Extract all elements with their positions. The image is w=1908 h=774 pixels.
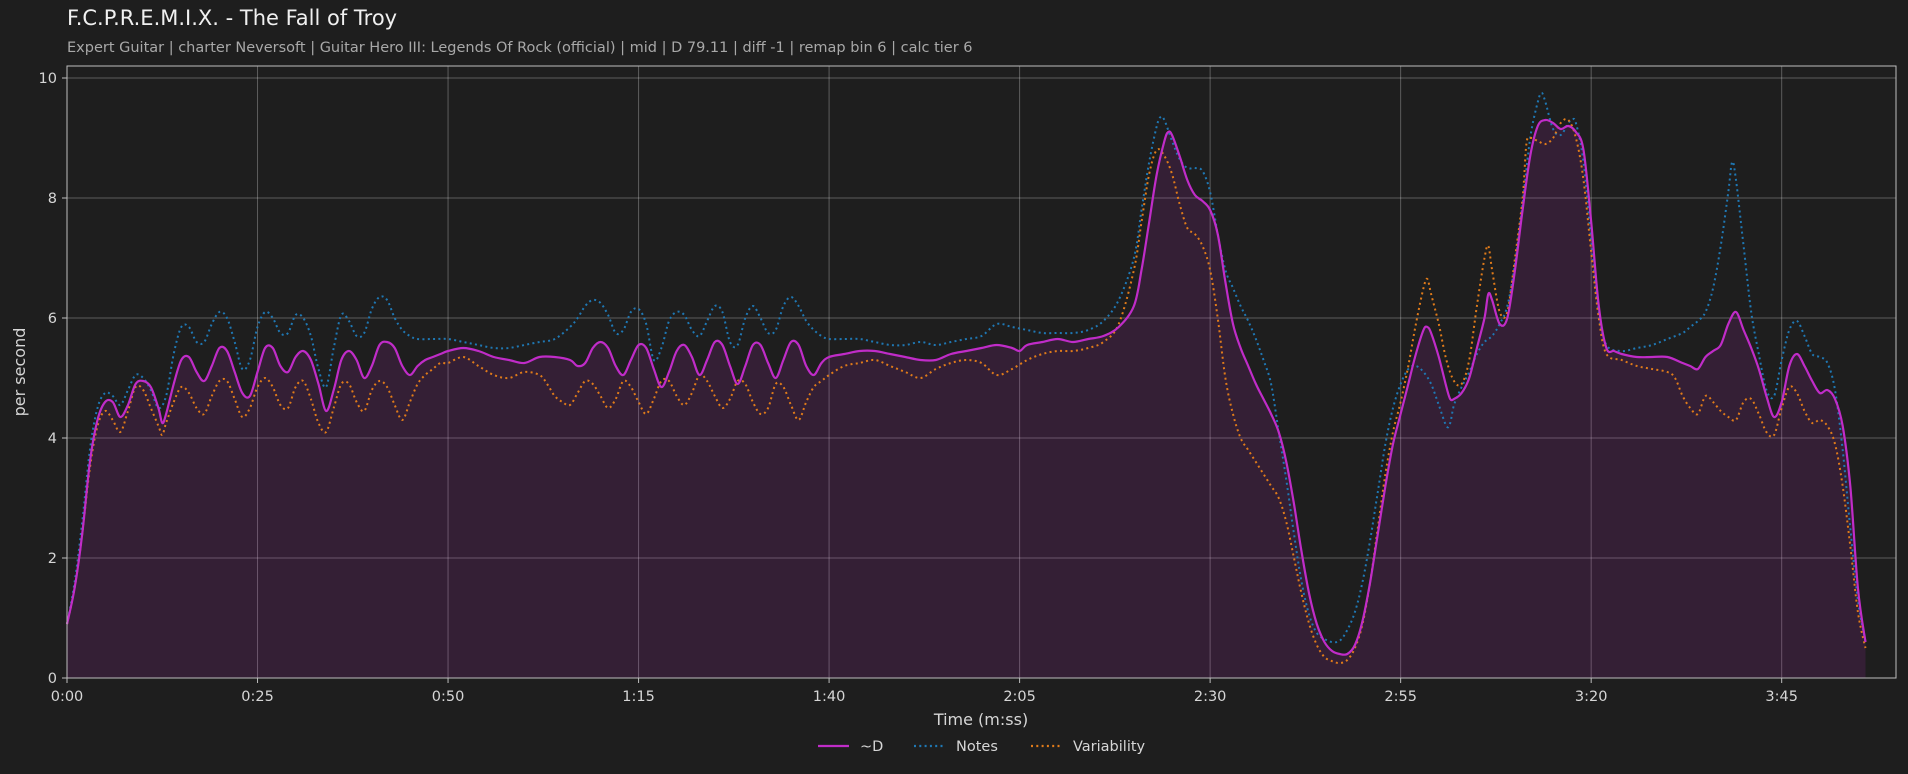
chart-canvas: 0:00 0:25 0:50 1:15 1:40 2:05 2:30 2:55 3:20 3:45…	[10, 65, 1897, 755]
x-tick-label: 2:55	[1384, 689, 1417, 705]
x-axis-label: Time (m:ss)	[933, 710, 1028, 729]
y-tick-label: 0	[48, 671, 57, 687]
x-tick-label: 0:50	[432, 689, 465, 705]
y-tick-label: 6	[48, 311, 57, 327]
x-tick-label: 2:05	[1003, 689, 1036, 705]
x-tick-label: 1:15	[622, 689, 655, 705]
y-tick-label: 8	[48, 191, 57, 207]
y-tick-label: 2	[48, 551, 57, 567]
x-tick-label: 0:00	[51, 689, 84, 705]
x-tick-label: 3:20	[1575, 689, 1608, 705]
legend-label-notes: Notes	[956, 739, 998, 755]
legend-label-d: ~D	[860, 739, 883, 755]
y-tick-label: 4	[48, 431, 57, 447]
x-tick-label: 2:30	[1194, 689, 1227, 705]
x-tick-label: 0:25	[241, 689, 274, 705]
x-tick-label: 3:45	[1765, 689, 1798, 705]
legend: ~D Notes Variability	[818, 739, 1146, 755]
y-axis-label: per second	[10, 328, 29, 417]
y-tick-label: 10	[39, 71, 57, 87]
legend-label-variability: Variability	[1073, 739, 1146, 755]
x-tick-label: 1:40	[813, 689, 846, 705]
